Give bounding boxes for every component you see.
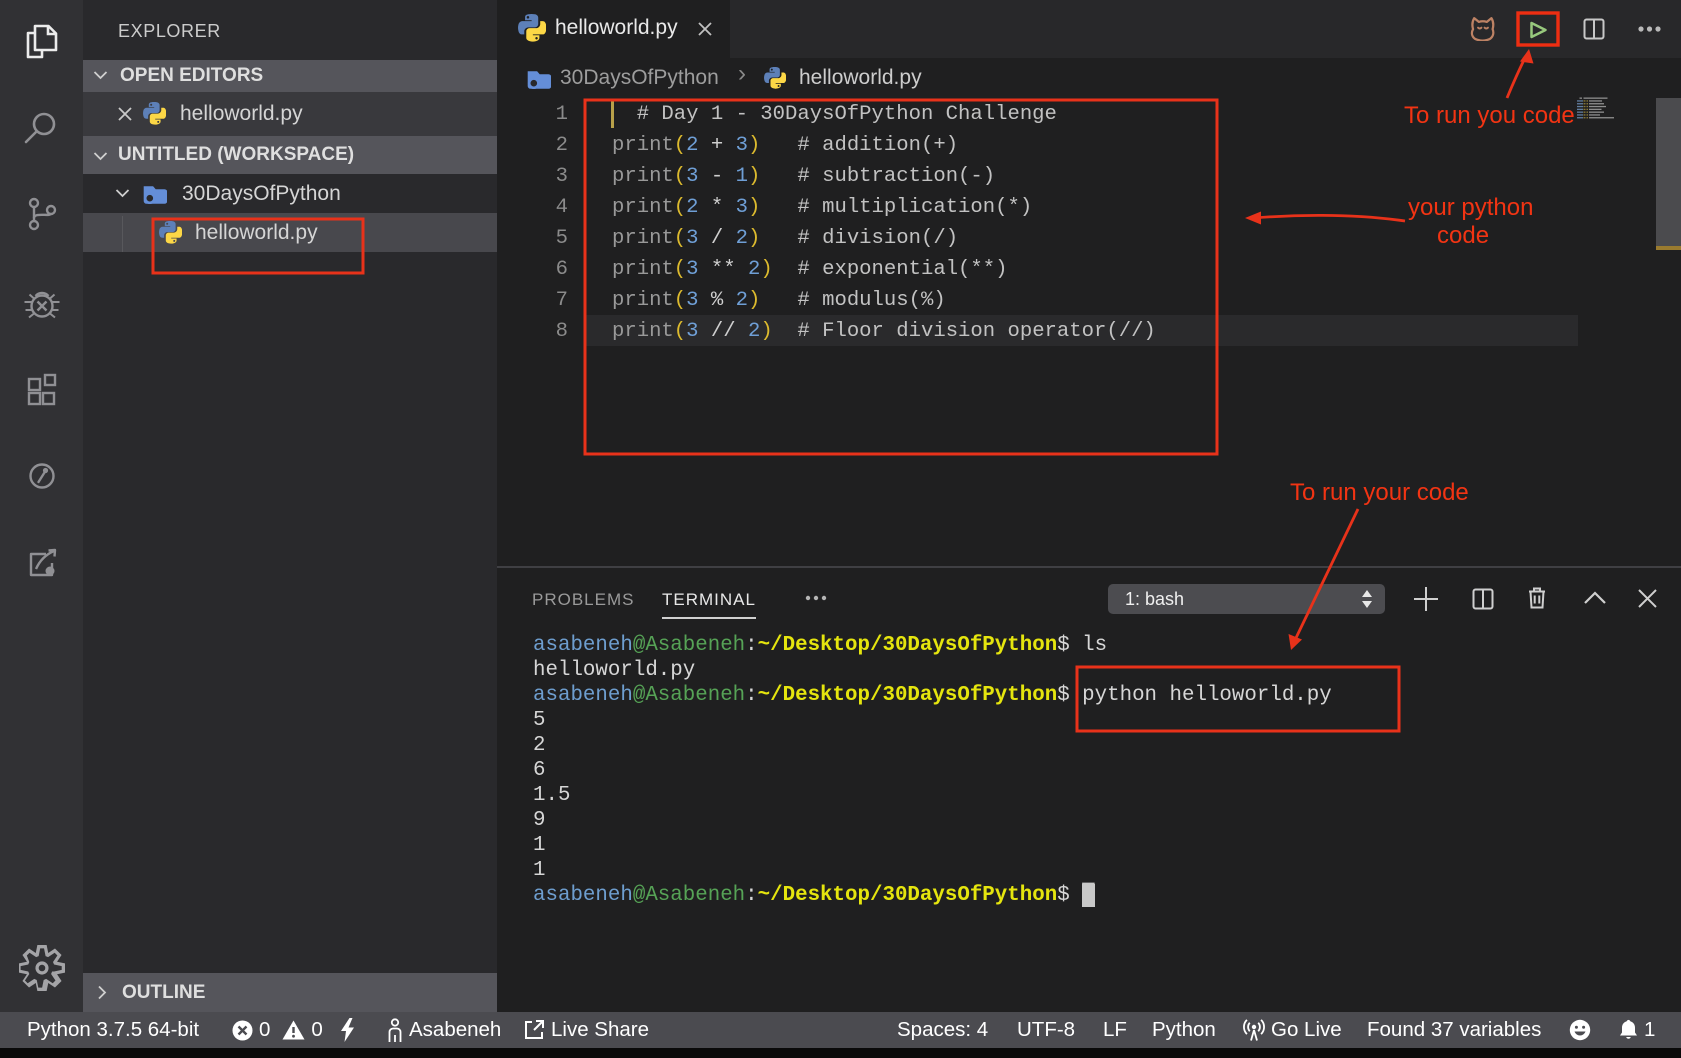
svg-text:To run you code: To run you code: [1404, 102, 1575, 129]
svg-text:To run your code: To run your code: [1290, 479, 1469, 506]
svg-text:your python: your python: [1408, 194, 1533, 221]
svg-text:code: code: [1437, 222, 1489, 249]
